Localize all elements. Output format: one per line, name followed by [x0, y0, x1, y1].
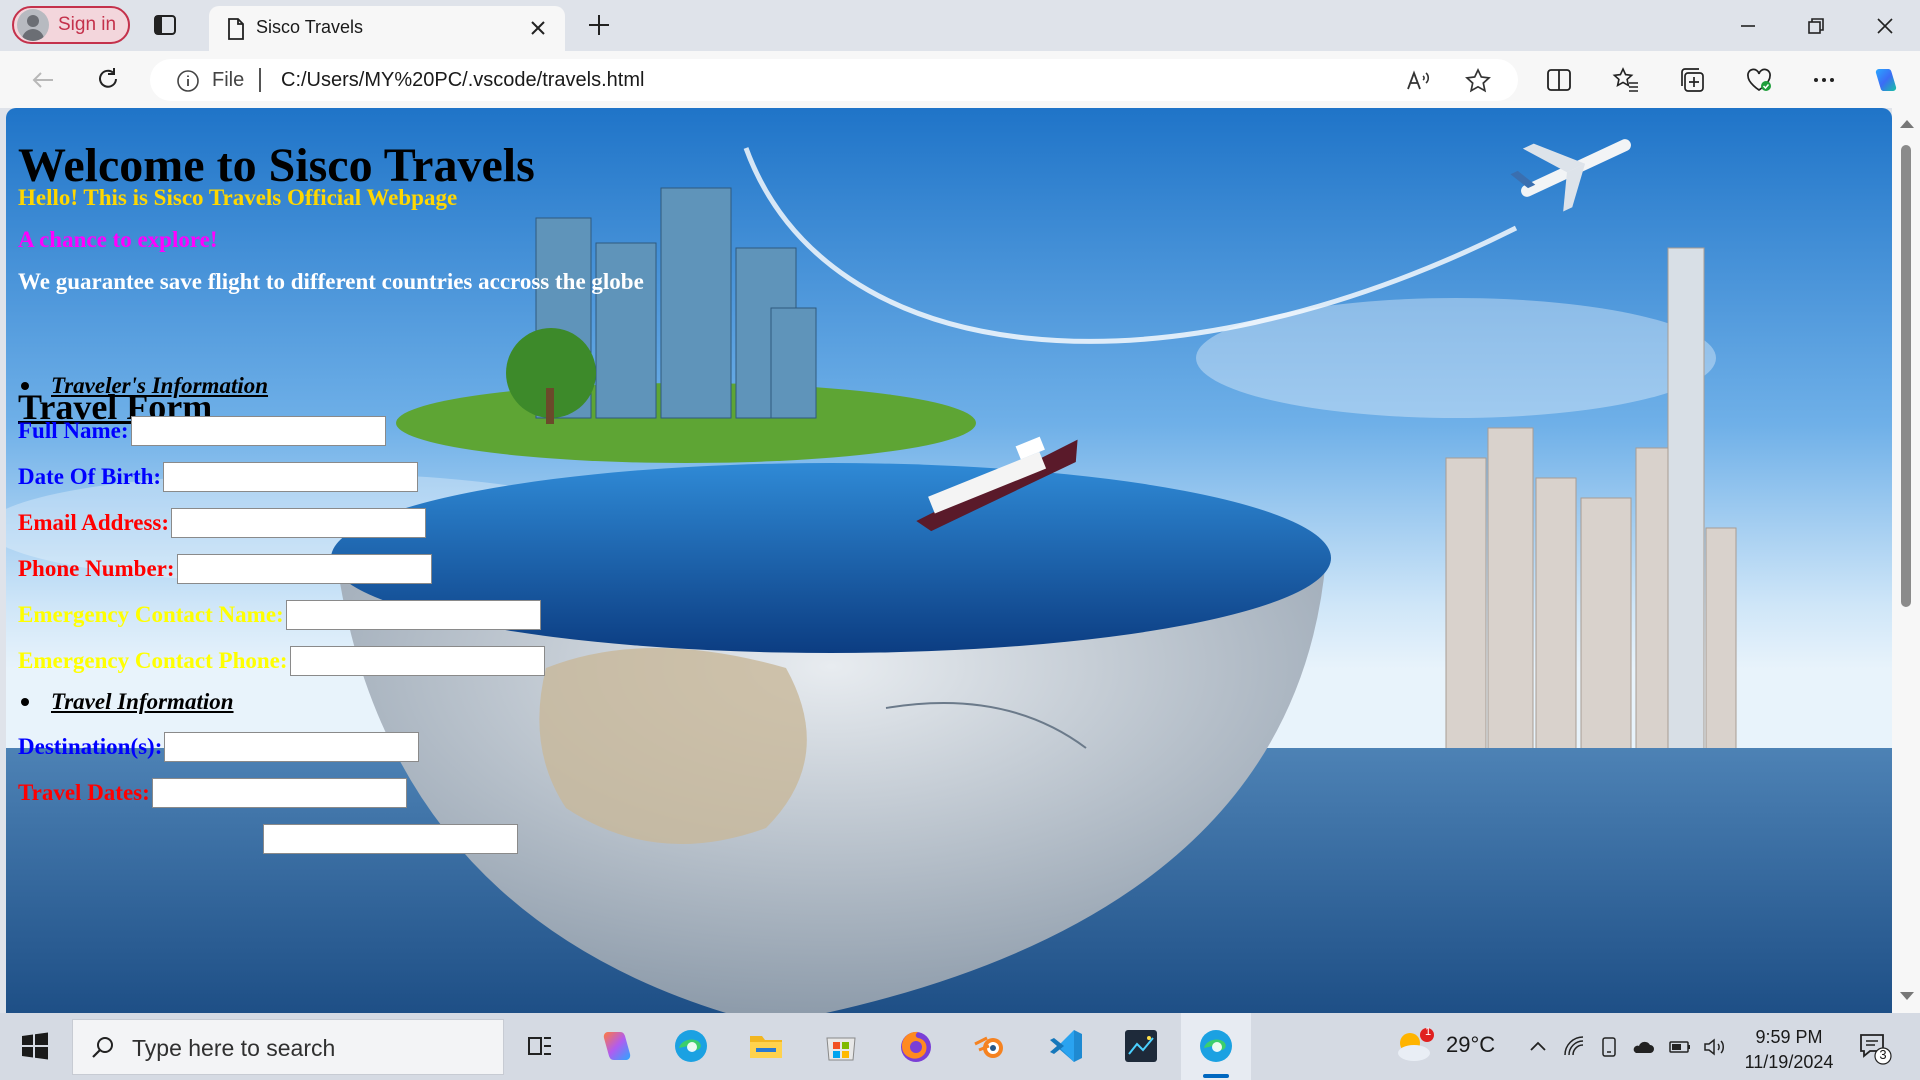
- next-field-input[interactable]: [263, 824, 518, 854]
- file-explorer-icon[interactable]: [743, 1023, 789, 1069]
- date-of-birth-input[interactable]: [163, 462, 419, 492]
- game-app-icon[interactable]: [1118, 1023, 1164, 1069]
- field-destinations: Destination(s):: [18, 732, 420, 762]
- notification-center-icon[interactable]: 3: [1856, 1029, 1892, 1065]
- field-emergency-contact-name: Emergency Contact Name:: [18, 600, 541, 630]
- tab-sisco-travels[interactable]: Sisco Travels: [209, 6, 565, 51]
- clock-date: 11/19/2024: [1744, 1052, 1834, 1072]
- address-divider: [259, 68, 261, 92]
- copilot-icon[interactable]: [1870, 65, 1900, 95]
- field-email-address: Email Address:: [18, 508, 427, 538]
- search-placeholder: Type here to search: [132, 1035, 336, 1061]
- browser-essentials-icon[interactable]: [1744, 65, 1774, 95]
- emergency-contact-phone-input[interactable]: [289, 646, 545, 676]
- tab-title: Sisco Travels: [256, 17, 364, 37]
- emergency-contact-name-input[interactable]: [285, 600, 541, 630]
- search-icon: [92, 1037, 113, 1058]
- avatar-icon: [17, 9, 49, 41]
- blender-icon[interactable]: [968, 1023, 1014, 1069]
- scroll-up-arrow-icon[interactable]: [1900, 120, 1914, 128]
- vscode-icon[interactable]: [1043, 1023, 1089, 1069]
- copilot-app-icon[interactable]: [593, 1023, 639, 1069]
- taskbar-search-box[interactable]: Type here to search: [72, 1019, 504, 1075]
- field-full-name: Full Name:: [18, 416, 386, 446]
- field-travel-dates: Travel Dates:: [18, 778, 407, 808]
- edge-active-window[interactable]: [1181, 1013, 1251, 1080]
- weather-badge: 1: [1424, 1026, 1432, 1038]
- phone-number-label: Phone Number:: [18, 556, 175, 581]
- scroll-down-arrow-icon[interactable]: [1900, 992, 1914, 1000]
- sign-in-button[interactable]: Sign in: [12, 6, 130, 44]
- travel-dates-label: Travel Dates:: [18, 780, 150, 805]
- more-options-icon[interactable]: [1809, 65, 1839, 95]
- field-phone-number: Phone Number:: [18, 554, 432, 584]
- field-date-of-birth: Date Of Birth:: [18, 462, 419, 492]
- field-partially-visible: [261, 824, 518, 854]
- address-bar[interactable]: File C:/Users/MY%20PC/.vscode/travels.ht…: [150, 59, 1518, 101]
- volume-icon[interactable]: [1702, 1035, 1726, 1059]
- taskbar-clock[interactable]: 9:59 PM 11/19/2024: [1734, 1025, 1844, 1075]
- title-bar: Sign in Sisco Travels: [0, 0, 1920, 51]
- weather-temperature: 29°C: [1446, 1032, 1496, 1057]
- field-emergency-contact-phone: Emergency Contact Phone:: [18, 646, 545, 676]
- email-address-input[interactable]: [171, 508, 427, 538]
- refresh-icon[interactable]: [93, 65, 123, 95]
- page-icon: [228, 18, 244, 40]
- emergency-contact-name-label: Emergency Contact Name:: [18, 602, 284, 627]
- clock-time: 9:59 PM: [1755, 1027, 1823, 1047]
- tagline-explore: A chance to explore!: [18, 227, 218, 252]
- email-address-label: Email Address:: [18, 510, 170, 535]
- phone-number-input[interactable]: [176, 554, 432, 584]
- notification-count: 3: [1879, 1047, 1887, 1062]
- restore-icon[interactable]: [1802, 12, 1830, 40]
- edge-running-icon: [1200, 1030, 1232, 1062]
- show-hidden-icons-icon[interactable]: [1526, 1035, 1550, 1059]
- bullet-icon: [21, 697, 29, 706]
- favorite-star-icon[interactable]: [1464, 67, 1492, 95]
- tagline-guarantee: We guarantee save flight to different co…: [18, 269, 644, 294]
- read-aloud-icon[interactable]: [1404, 67, 1432, 95]
- destinations-label: Destination(s):: [18, 734, 163, 759]
- bullet-icon: [21, 381, 29, 390]
- emergency-contact-phone-label: Emergency Contact Phone:: [18, 648, 288, 673]
- firefox-icon[interactable]: [893, 1023, 939, 1069]
- vertical-scrollbar[interactable]: [1892, 108, 1920, 1013]
- date-of-birth-label: Date Of Birth:: [18, 464, 162, 489]
- collections-icon[interactable]: [1677, 65, 1707, 95]
- battery-icon[interactable]: [1668, 1035, 1692, 1059]
- device-icon[interactable]: [1597, 1035, 1621, 1059]
- tab-actions-icon[interactable]: [152, 12, 178, 38]
- section-traveler-info: Traveler's Information: [18, 373, 268, 399]
- url-text[interactable]: C:/Users/MY%20PC/.vscode/travels.html: [281, 69, 644, 92]
- minimize-icon[interactable]: [1734, 12, 1762, 40]
- sign-in-label: Sign in: [58, 14, 117, 35]
- task-view-icon[interactable]: [517, 1023, 563, 1069]
- full-name-label: Full Name:: [18, 418, 129, 443]
- split-screen-icon[interactable]: [1544, 65, 1574, 95]
- weather-widget[interactable]: 1 29°C: [1394, 1021, 1544, 1071]
- full-name-input[interactable]: [130, 416, 386, 446]
- web-page-viewport: Welcome to Sisco Travels Hello! This is …: [6, 108, 1892, 1013]
- info-icon[interactable]: [176, 69, 200, 93]
- close-tab-icon[interactable]: [525, 15, 551, 41]
- favorites-icon[interactable]: [1611, 65, 1641, 95]
- back-icon[interactable]: [28, 65, 58, 95]
- travel-dates-input[interactable]: [151, 778, 407, 808]
- windows-taskbar: Type here to search 1 29°C 9:59 PM 11/19…: [0, 1013, 1920, 1080]
- new-tab-icon[interactable]: [584, 10, 614, 40]
- close-window-icon[interactable]: [1871, 12, 1899, 40]
- protocol-label: File: [212, 69, 245, 91]
- browser-toolbar: File C:/Users/MY%20PC/.vscode/travels.ht…: [0, 51, 1920, 108]
- onedrive-icon[interactable]: [1632, 1035, 1656, 1059]
- windows-start-icon[interactable]: [20, 1031, 50, 1061]
- tagline-official: Hello! This is Sisco Travels Official We…: [18, 185, 458, 210]
- edge-app-icon[interactable]: [668, 1023, 714, 1069]
- destinations-input[interactable]: [164, 732, 420, 762]
- microsoft-store-icon[interactable]: [818, 1023, 864, 1069]
- scrollbar-thumb[interactable]: [1901, 145, 1911, 607]
- network-icon[interactable]: [1562, 1035, 1586, 1059]
- section-travel-info: Travel Information: [18, 689, 234, 715]
